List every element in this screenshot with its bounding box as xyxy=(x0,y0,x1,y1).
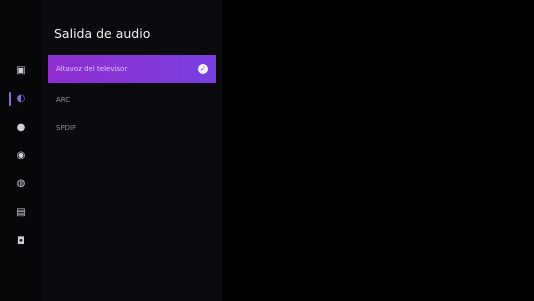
settings-nav-rail: ▣ ◐ ● ◉ ◍ ▤ ◘ xyxy=(0,0,42,301)
sound-icon: ◐ xyxy=(16,93,26,104)
check-icon: ✓ xyxy=(198,64,208,74)
system-icon: ◉ xyxy=(16,150,26,161)
page-title: Salida de audio xyxy=(54,26,151,41)
nav-item-network[interactable]: ● xyxy=(0,116,42,140)
network-icon: ● xyxy=(16,122,26,133)
accessibility-icon: ◍ xyxy=(16,178,26,189)
apps-icon: ▤ xyxy=(16,207,26,218)
option-tv-speaker[interactable]: Altavoz del televisor ✓ xyxy=(48,55,216,83)
option-spdif[interactable]: SPDIF xyxy=(48,114,216,142)
nav-item-accessibility[interactable]: ◍ xyxy=(0,172,42,196)
nav-item-support[interactable]: ◘ xyxy=(0,230,42,254)
nav-item-system[interactable]: ◉ xyxy=(0,144,42,168)
picture-icon: ▣ xyxy=(16,65,26,76)
option-arc[interactable]: ARC xyxy=(48,86,216,114)
option-label: SPDIF xyxy=(56,124,77,132)
option-label: ARC xyxy=(56,96,71,104)
nav-item-apps[interactable]: ▤ xyxy=(0,201,42,225)
options-panel xyxy=(42,0,222,301)
support-icon: ◘ xyxy=(17,236,25,247)
option-label: Altavoz del televisor xyxy=(56,65,128,73)
nav-item-sound[interactable]: ◐ xyxy=(0,87,42,111)
nav-item-picture[interactable]: ▣ xyxy=(0,59,42,83)
